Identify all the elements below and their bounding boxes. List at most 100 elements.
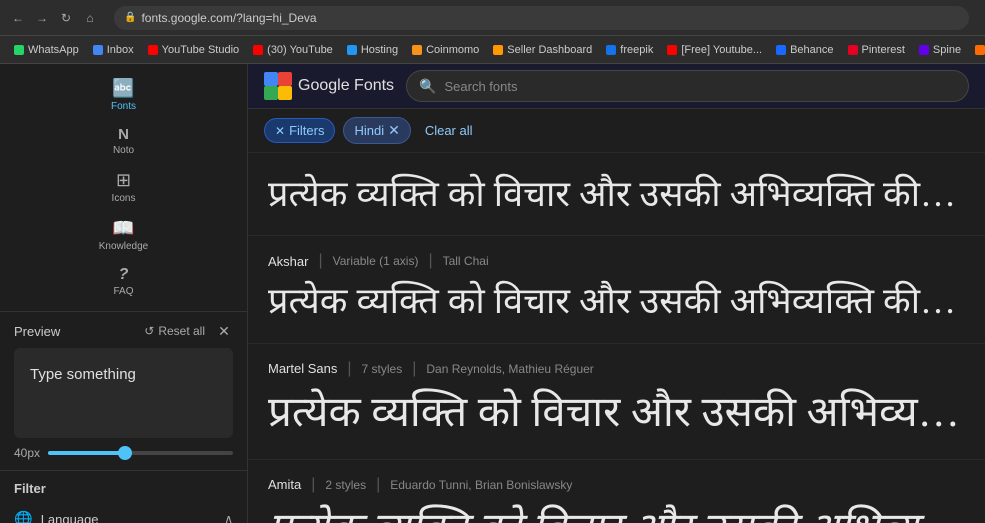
lock-icon: 🔒 <box>124 12 136 23</box>
slider-thumb[interactable] <box>118 446 132 460</box>
amita-meta: 2 styles <box>325 478 366 492</box>
sidebar-item-fonts-label: Fonts <box>111 101 136 112</box>
akshar-display-text: प्रत्येक व्यक्ति को विचार और उसकी अभिव्य… <box>268 276 965 326</box>
hindi-chip-close-icon[interactable]: ✕ <box>388 122 400 139</box>
size-slider-track[interactable] <box>48 451 233 455</box>
bookmark-icon <box>667 45 677 55</box>
bookmark-icon <box>93 45 103 55</box>
sidebar: 🔤 Fonts N Noto ⊞ Icons 📖 Knowledge ? FAQ <box>0 64 248 523</box>
preview-label: Preview <box>14 324 60 339</box>
font-card-akshar[interactable]: Akshar | Variable (1 axis) | Tall Chai प… <box>248 236 985 343</box>
icons-icon: ⊞ <box>116 170 131 191</box>
sidebar-nav: 🔤 Fonts N Noto ⊞ Icons 📖 Knowledge ? FAQ <box>0 64 247 312</box>
bookmark-item[interactable]: Coinmomo <box>406 42 485 58</box>
font-display-text-first: प्रत्येक व्यक्ति को विचार और उसकी अभिव्य… <box>268 169 965 219</box>
language-filter-group: 🌐 Language ∧ Writing system ▼ Hindi ▼ <box>14 506 233 523</box>
preview-placeholder-text: Type something <box>30 364 136 385</box>
bookmark-icon <box>14 45 24 55</box>
noto-icon: N <box>118 126 129 143</box>
filter-section: Filter 🌐 Language ∧ Writing system ▼ Hin… <box>0 471 247 523</box>
font-card-akshar-header: Akshar | Variable (1 axis) | Tall Chai <box>268 252 965 270</box>
bookmark-item[interactable]: Inbox <box>87 42 140 58</box>
language-group-header[interactable]: 🌐 Language ∧ <box>14 506 233 523</box>
bookmark-icon <box>975 45 985 55</box>
hindi-chip[interactable]: Hindi ✕ <box>343 117 410 144</box>
logo-text: Google Fonts <box>298 77 394 95</box>
akshar-meta2: Tall Chai <box>443 254 489 268</box>
knowledge-icon: 📖 <box>112 218 134 239</box>
sidebar-item-knowledge[interactable]: 📖 Knowledge <box>0 212 247 258</box>
bookmark-item[interactable]: [Free] Youtube... <box>661 42 768 58</box>
home-button[interactable]: ⌂ <box>80 8 100 28</box>
forward-button[interactable]: → <box>32 8 52 28</box>
close-preview-button[interactable]: ✕ <box>215 322 233 340</box>
bookmark-item[interactable]: Seller Dashboard <box>487 42 598 58</box>
font-card-martel-sans[interactable]: Martel Sans | 7 styles | Dan Reynolds, M… <box>248 344 985 460</box>
sidebar-item-noto-label: Noto <box>113 145 134 156</box>
sidebar-item-fonts[interactable]: 🔤 Fonts <box>0 72 247 118</box>
reset-label: Reset all <box>158 324 205 338</box>
url-text: fonts.google.com/?lang=hi_Deva <box>141 11 316 25</box>
bookmark-icon <box>253 45 263 55</box>
filters-chip-label: Filters <box>289 123 324 138</box>
nav-buttons[interactable]: ← → ↻ ⌂ <box>8 8 100 28</box>
preview-section: Preview ↺ Reset all ✕ Type something 40p… <box>0 312 247 471</box>
sidebar-item-knowledge-label: Knowledge <box>99 241 148 252</box>
bookmark-item[interactable]: Angel One <box>969 42 985 58</box>
bookmark-item[interactable]: freepik <box>600 42 659 58</box>
preview-box[interactable]: Type something <box>14 348 233 438</box>
size-slider-row: 40px <box>14 446 233 460</box>
google-fonts-logo-icon <box>264 72 292 100</box>
akshar-meta: Variable (1 axis) <box>333 254 419 268</box>
bookmark-item[interactable]: (30) YouTube <box>247 42 339 58</box>
clear-all-button[interactable]: Clear all <box>419 119 479 142</box>
sidebar-item-noto[interactable]: N Noto <box>0 120 247 162</box>
filter-title: Filter <box>14 481 233 496</box>
sidebar-item-faq[interactable]: ? FAQ <box>0 260 247 303</box>
fonts-icon: 🔤 <box>112 78 134 99</box>
amita-name: Amita <box>268 477 301 492</box>
bookmark-icon <box>776 45 786 55</box>
language-chevron-icon: ∧ <box>224 512 233 523</box>
bookmark-icon <box>148 45 158 55</box>
martel-meta2: Dan Reynolds, Mathieu Réguer <box>426 362 593 376</box>
sidebar-item-faq-label: FAQ <box>113 286 133 297</box>
filter-chips-row: ✕ Filters Hindi ✕ Clear all <box>248 109 985 153</box>
bookmark-icon <box>848 45 858 55</box>
bookmark-item[interactable]: Hosting <box>341 42 404 58</box>
faq-icon: ? <box>119 266 129 284</box>
font-card-amita-header: Amita | 2 styles | Eduardo Tunni, Brian … <box>268 476 965 494</box>
sidebar-item-icons[interactable]: ⊞ Icons <box>0 164 247 210</box>
sidebar-item-icons-label: Icons <box>112 193 136 204</box>
filters-chip[interactable]: ✕ Filters <box>264 118 335 143</box>
content-topbar: Google Fonts 🔍 Search fonts <box>248 64 985 109</box>
back-button[interactable]: ← <box>8 8 28 28</box>
bookmark-icon <box>493 45 503 55</box>
akshar-name: Akshar <box>268 254 308 269</box>
browser-toolbar: ← → ↻ ⌂ 🔒 fonts.google.com/?lang=hi_Deva <box>0 0 985 36</box>
font-card-amita[interactable]: Amita | 2 styles | Eduardo Tunni, Brian … <box>248 460 985 523</box>
slider-fill <box>48 451 122 455</box>
size-value-label: 40px <box>14 446 40 460</box>
font-card-first[interactable]: प्रत्येक व्यक्ति को विचार और उसकी अभिव्य… <box>248 153 985 236</box>
main-layout: 🔤 Fonts N Noto ⊞ Icons 📖 Knowledge ? FAQ <box>0 64 985 523</box>
google-fonts-logo: Google Fonts <box>264 72 394 100</box>
search-bar[interactable]: 🔍 Search fonts <box>406 70 969 102</box>
bookmark-item[interactable]: Pinterest <box>842 42 911 58</box>
preview-header: Preview ↺ Reset all ✕ <box>14 322 233 340</box>
language-label-container: 🌐 Language <box>14 510 99 523</box>
bookmark-item[interactable]: Spine <box>913 42 967 58</box>
font-card-martel-header: Martel Sans | 7 styles | Dan Reynolds, M… <box>268 360 965 378</box>
martel-meta: 7 styles <box>362 362 403 376</box>
reset-all-button[interactable]: ↺ Reset all <box>140 322 209 340</box>
hindi-chip-label: Hindi <box>354 123 384 138</box>
preview-actions: ↺ Reset all ✕ <box>140 322 233 340</box>
address-bar[interactable]: 🔒 fonts.google.com/?lang=hi_Deva <box>114 6 969 30</box>
search-placeholder: Search fonts <box>445 79 518 94</box>
reload-button[interactable]: ↻ <box>56 8 76 28</box>
bookmark-icon <box>347 45 357 55</box>
bookmark-item[interactable]: WhatsApp <box>8 42 85 58</box>
bookmark-item[interactable]: Behance <box>770 42 839 58</box>
filters-chip-icon: ✕ <box>275 124 285 138</box>
bookmark-item[interactable]: YouTube Studio <box>142 42 245 58</box>
